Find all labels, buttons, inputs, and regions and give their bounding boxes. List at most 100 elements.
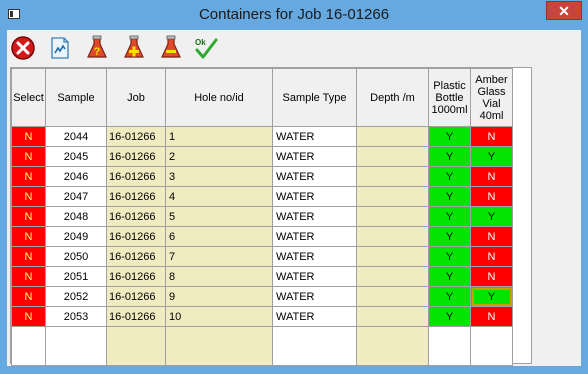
sample-cell[interactable]: 2046 (45, 166, 107, 187)
column-header-sample[interactable]: Sample (45, 68, 107, 127)
sample-cell[interactable]: 2051 (45, 266, 107, 287)
plastic-bottle-cell[interactable]: Y (428, 246, 471, 267)
depth-cell[interactable] (356, 226, 429, 247)
sample-type-cell[interactable]: WATER (272, 126, 357, 147)
job-cell[interactable]: 16-01266 (106, 126, 166, 147)
sample-cell[interactable]: 2048 (45, 206, 107, 227)
plastic-bottle-cell[interactable]: Y (428, 206, 471, 227)
edit-doc-icon[interactable] (47, 35, 73, 61)
select-cell[interactable]: N (11, 306, 46, 327)
select-cell[interactable]: N (11, 166, 46, 187)
depth-cell[interactable] (356, 286, 429, 307)
hole-cell[interactable]: 4 (165, 186, 273, 207)
select-cell[interactable]: N (11, 246, 46, 267)
empty-cell[interactable] (11, 326, 46, 366)
amber-vial-cell[interactable]: N (470, 166, 513, 187)
plastic-bottle-cell[interactable]: Y (428, 126, 471, 147)
sample-cell[interactable]: 2053 (45, 306, 107, 327)
column-header-hole[interactable]: Hole no/id (165, 68, 273, 127)
select-cell[interactable]: N (11, 206, 46, 227)
depth-cell[interactable] (356, 166, 429, 187)
window-close-button[interactable]: ✕ (546, 1, 582, 20)
plastic-bottle-cell[interactable]: Y (428, 286, 471, 307)
sample-type-cell[interactable]: WATER (272, 306, 357, 327)
empty-cell[interactable] (106, 326, 166, 366)
hole-cell[interactable]: 1 (165, 126, 273, 147)
column-header-select[interactable]: Select (11, 68, 46, 127)
select-cell[interactable]: N (11, 226, 46, 247)
amber-vial-cell[interactable]: N (470, 226, 513, 247)
empty-cell[interactable] (470, 326, 513, 366)
empty-cell[interactable] (45, 326, 107, 366)
amber-vial-cell[interactable]: N (470, 266, 513, 287)
plastic-bottle-cell[interactable]: Y (428, 226, 471, 247)
sample-cell[interactable]: 2044 (45, 126, 107, 147)
select-cell[interactable]: N (11, 286, 46, 307)
column-header-depth[interactable]: Depth /m (356, 68, 429, 127)
empty-cell[interactable] (272, 326, 357, 366)
table-row[interactable]: N 2053 16-01266 10 WATER Y N (11, 306, 513, 327)
sample-cell[interactable]: 2047 (45, 186, 107, 207)
table-row[interactable]: N 2045 16-01266 2 WATER Y Y (11, 146, 513, 167)
select-cell[interactable]: N (11, 266, 46, 287)
table-row[interactable]: N 2051 16-01266 8 WATER Y N (11, 266, 513, 287)
sample-type-cell[interactable]: WATER (272, 186, 357, 207)
sample-cell[interactable]: 2045 (45, 146, 107, 167)
select-cell[interactable]: N (11, 186, 46, 207)
depth-cell[interactable] (356, 206, 429, 227)
sample-type-cell[interactable]: WATER (272, 266, 357, 287)
job-cell[interactable]: 16-01266 (106, 266, 166, 287)
remove-flask-icon[interactable] (158, 35, 184, 61)
plastic-bottle-cell[interactable]: Y (428, 266, 471, 287)
plastic-bottle-cell[interactable]: Y (428, 306, 471, 327)
sample-cell[interactable]: 2050 (45, 246, 107, 267)
table-row[interactable]: N 2050 16-01266 7 WATER Y N (11, 246, 513, 267)
job-cell[interactable]: 16-01266 (106, 306, 166, 327)
plastic-bottle-cell[interactable]: Y (428, 166, 471, 187)
ok-check-icon[interactable]: Ok (193, 35, 219, 61)
close-red-icon[interactable] (10, 35, 36, 61)
depth-cell[interactable] (356, 246, 429, 267)
sample-type-cell[interactable]: WATER (272, 246, 357, 267)
job-cell[interactable]: 16-01266 (106, 226, 166, 247)
hole-cell[interactable]: 2 (165, 146, 273, 167)
job-cell[interactable]: 16-01266 (106, 166, 166, 187)
amber-vial-cell[interactable]: Y (470, 146, 513, 167)
depth-cell[interactable] (356, 126, 429, 147)
depth-cell[interactable] (356, 266, 429, 287)
column-header-plastic-bottle[interactable]: Plastic Bottle 1000ml (428, 68, 471, 127)
depth-cell[interactable] (356, 186, 429, 207)
sample-cell[interactable]: 2052 (45, 286, 107, 307)
column-header-job[interactable]: Job (106, 68, 166, 127)
column-header-sample-type[interactable]: Sample Type (272, 68, 357, 127)
hole-cell[interactable]: 7 (165, 246, 273, 267)
help-flask-icon[interactable]: ? (84, 35, 110, 61)
sample-type-cell[interactable]: WATER (272, 226, 357, 247)
sample-type-cell[interactable]: WATER (272, 166, 357, 187)
depth-cell[interactable] (356, 146, 429, 167)
sample-type-cell[interactable]: WATER (272, 206, 357, 227)
title-bar[interactable]: Containers for Job 16-01266 ✕ (0, 0, 588, 30)
hole-cell[interactable]: 3 (165, 166, 273, 187)
hole-cell[interactable]: 9 (165, 286, 273, 307)
amber-vial-cell[interactable]: N (470, 306, 513, 327)
plastic-bottle-cell[interactable]: Y (428, 186, 471, 207)
amber-vial-cell[interactable]: N (470, 246, 513, 267)
hole-cell[interactable]: 6 (165, 226, 273, 247)
empty-cell[interactable] (165, 326, 273, 366)
column-header-amber-vial[interactable]: Amber Glass Vial 40ml (470, 68, 513, 127)
table-row[interactable]: N 2052 16-01266 9 WATER Y Y (11, 286, 513, 307)
table-row[interactable]: N 2046 16-01266 3 WATER Y N (11, 166, 513, 187)
amber-vial-cell[interactable]: Y (470, 206, 513, 227)
add-flask-icon[interactable] (121, 35, 147, 61)
table-row[interactable]: N 2048 16-01266 5 WATER Y Y (11, 206, 513, 227)
amber-vial-cell[interactable]: N (470, 186, 513, 207)
sample-type-cell[interactable]: WATER (272, 286, 357, 307)
job-cell[interactable]: 16-01266 (106, 206, 166, 227)
job-cell[interactable]: 16-01266 (106, 246, 166, 267)
hole-cell[interactable]: 8 (165, 266, 273, 287)
amber-vial-cell[interactable]: N (470, 126, 513, 147)
depth-cell[interactable] (356, 306, 429, 327)
table-row[interactable]: N 2047 16-01266 4 WATER Y N (11, 186, 513, 207)
empty-cell[interactable] (356, 326, 429, 366)
